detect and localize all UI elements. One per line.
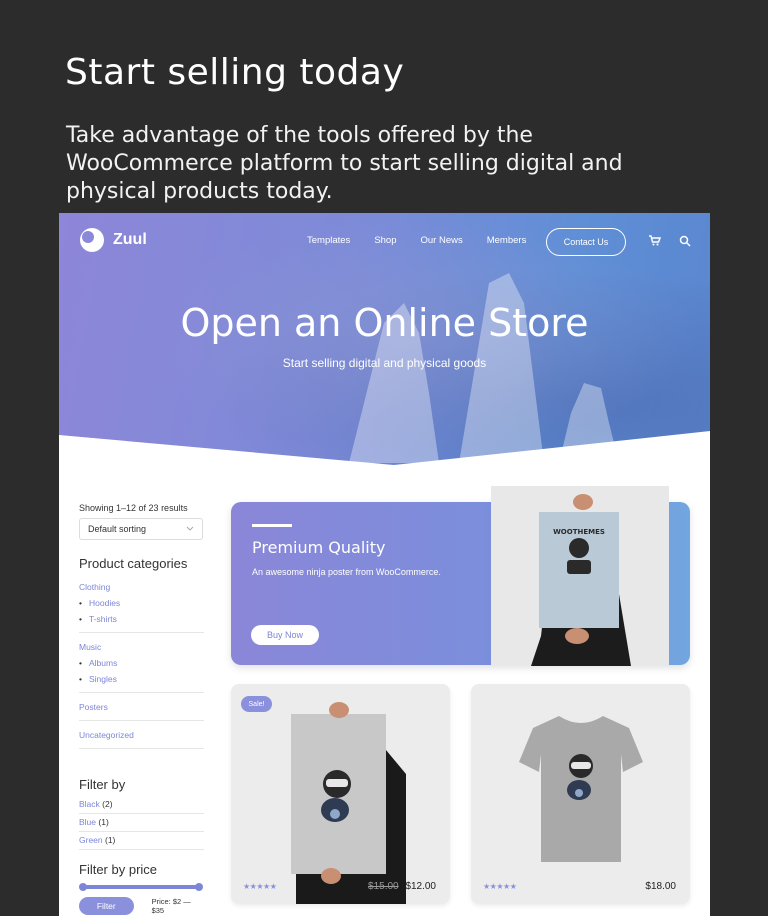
ninja-tshirt-product-image <box>519 716 643 862</box>
nav-item-templates[interactable]: Templates <box>307 235 350 246</box>
nav-item-members[interactable]: Members <box>487 235 527 246</box>
category-singles[interactable]: Singles <box>79 671 204 687</box>
logo-text: Zuul <box>113 231 147 248</box>
promo-accent-line <box>252 524 292 527</box>
category-posters[interactable]: Posters <box>79 699 204 715</box>
filter-name: Green <box>79 835 103 845</box>
search-icon[interactable] <box>679 235 691 247</box>
featured-promo-card[interactable]: Premium Quality An awesome ninja poster … <box>231 486 690 666</box>
rating-stars: ★★★★★ <box>483 882 517 891</box>
main-nav: Templates Shop Our News Members <box>307 235 526 246</box>
filter-count: (1) <box>105 835 116 845</box>
poster-photo-graphic: WOOTHEMES <box>531 494 631 666</box>
divider <box>79 632 204 633</box>
filter-green[interactable]: Green (1) <box>79 832 204 850</box>
product-price: $15.00 $12.00 <box>368 881 436 892</box>
filter-count: (1) <box>98 817 109 827</box>
price-range-slider[interactable] <box>79 883 203 891</box>
category-hoodies[interactable]: Hoodies <box>79 595 204 611</box>
chevron-down-icon <box>186 526 194 531</box>
slider-max-handle[interactable] <box>195 883 203 891</box>
nav-item-shop[interactable]: Shop <box>374 235 396 246</box>
promo-description: An awesome ninja poster from WooCommerce… <box>252 567 441 577</box>
category-music[interactable]: Music <box>79 639 204 655</box>
sale-price: $12.00 <box>405 881 436 892</box>
shop-sidebar: Showing 1–12 of 23 results Default sorti… <box>79 503 204 915</box>
filter-name: Blue <box>79 817 97 827</box>
slider-min-handle[interactable] <box>79 883 87 891</box>
divider <box>79 720 204 721</box>
rating-stars: ★★★★★ <box>243 882 277 891</box>
filter-name: Black <box>79 799 100 809</box>
promo-heading: Start selling today <box>65 52 405 93</box>
results-count: Showing 1–12 of 23 results <box>79 503 188 513</box>
product-card[interactable]: Sale! ★★★★★ $15.00 $12.00 <box>231 684 450 904</box>
filter-by-price-heading: Filter by price <box>79 862 158 877</box>
category-tshirts[interactable]: T-shirts <box>79 611 204 627</box>
old-price: $15.00 <box>368 881 399 892</box>
filter-count: (2) <box>102 799 113 809</box>
filter-button[interactable]: Filter <box>79 897 134 915</box>
sale-badge: Sale! <box>241 696 272 712</box>
ninja-poster-image: WOOTHEMES <box>491 486 669 666</box>
filter-by-heading: Filter by <box>79 777 126 792</box>
promo-title: Premium Quality <box>252 538 386 557</box>
filter-black[interactable]: Black (2) <box>79 796 204 814</box>
nav-item-our-news[interactable]: Our News <box>421 235 463 246</box>
category-clothing[interactable]: Clothing <box>79 579 204 595</box>
slider-track <box>83 885 199 889</box>
product-price: $18.00 <box>645 881 676 892</box>
product-categories-heading: Product categories <box>79 556 188 571</box>
poster-text: WOOTHEMES <box>553 528 605 536</box>
hero-title: Open an Online Store <box>180 301 589 345</box>
buy-now-button[interactable]: Buy Now <box>251 625 319 645</box>
cart-icon[interactable] <box>649 235 661 247</box>
contact-us-button[interactable]: Contact Us <box>546 228 626 256</box>
ninja-poster-product-image <box>291 702 406 904</box>
logo-icon <box>80 228 104 252</box>
filter-blue[interactable]: Blue (1) <box>79 814 204 832</box>
product-card[interactable]: ★★★★★ $18.00 <box>471 684 690 904</box>
sorting-value: Default sorting <box>88 524 147 534</box>
divider <box>79 748 204 749</box>
hero-subtitle: Start selling digital and physical goods <box>282 356 487 370</box>
website-screenshot: Zuul Templates Shop Our News Members Con… <box>59 213 710 916</box>
category-albums[interactable]: Albums <box>79 655 204 671</box>
price-range-label: Price: $2 — $35 <box>151 897 191 915</box>
promo-description: Take advantage of the tools offered by t… <box>66 123 623 204</box>
category-uncategorized[interactable]: Uncategorized <box>79 727 204 743</box>
sorting-select[interactable]: Default sorting <box>79 518 203 540</box>
site-logo[interactable]: Zuul <box>79 227 147 253</box>
divider <box>79 692 204 693</box>
